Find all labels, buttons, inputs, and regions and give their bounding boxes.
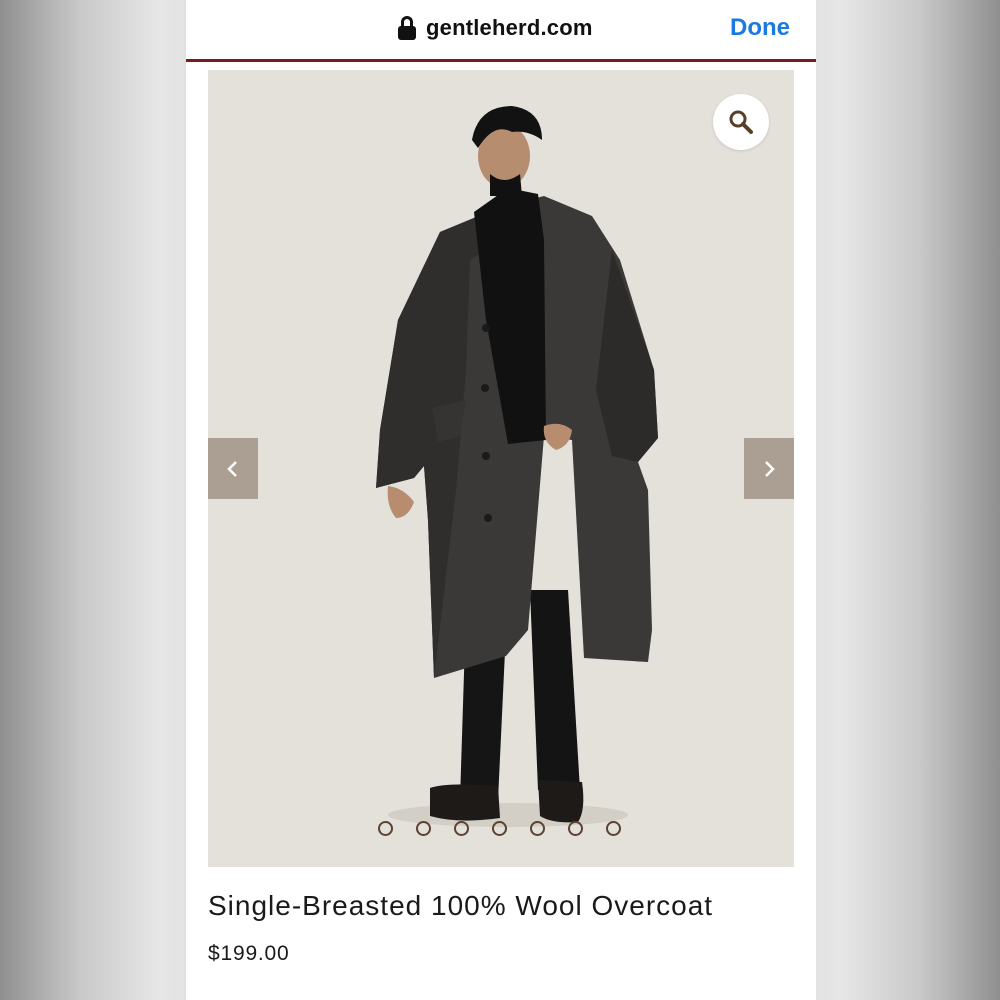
product-image-gallery[interactable] — [208, 70, 794, 867]
pagination-dot[interactable] — [378, 821, 393, 836]
product-title: Single-Breasted 100% Wool Overcoat — [208, 890, 714, 921]
url-text: gentleherd.com — [426, 15, 593, 40]
pagination-dot[interactable] — [492, 821, 507, 836]
pagination-dot[interactable] — [568, 821, 583, 836]
product-photo — [376, 106, 658, 827]
magnifier-icon — [729, 110, 753, 134]
address-bar[interactable]: gentleherd.com — [398, 12, 593, 44]
product-price: $199.00 — [208, 942, 290, 965]
browser-sheet: gentleherd.com Done Single-Breasted 100%… — [186, 0, 816, 1000]
zoom-button[interactable] — [713, 94, 769, 150]
pagination-dot[interactable] — [416, 821, 431, 836]
chevron-left-icon — [227, 460, 237, 477]
scroll-continuation — [186, 990, 816, 1000]
gallery-pagination — [378, 821, 621, 836]
previous-image-button[interactable] — [208, 438, 258, 499]
browser-top-bar: gentleherd.com Done — [186, 0, 816, 62]
done-button[interactable]: Done — [730, 12, 790, 44]
pagination-dot[interactable] — [530, 821, 545, 836]
lock-icon — [398, 16, 416, 40]
pagination-dot[interactable] — [454, 821, 469, 836]
chevron-right-icon — [765, 460, 775, 477]
pagination-dot[interactable] — [606, 821, 621, 836]
next-image-button[interactable] — [744, 438, 794, 499]
